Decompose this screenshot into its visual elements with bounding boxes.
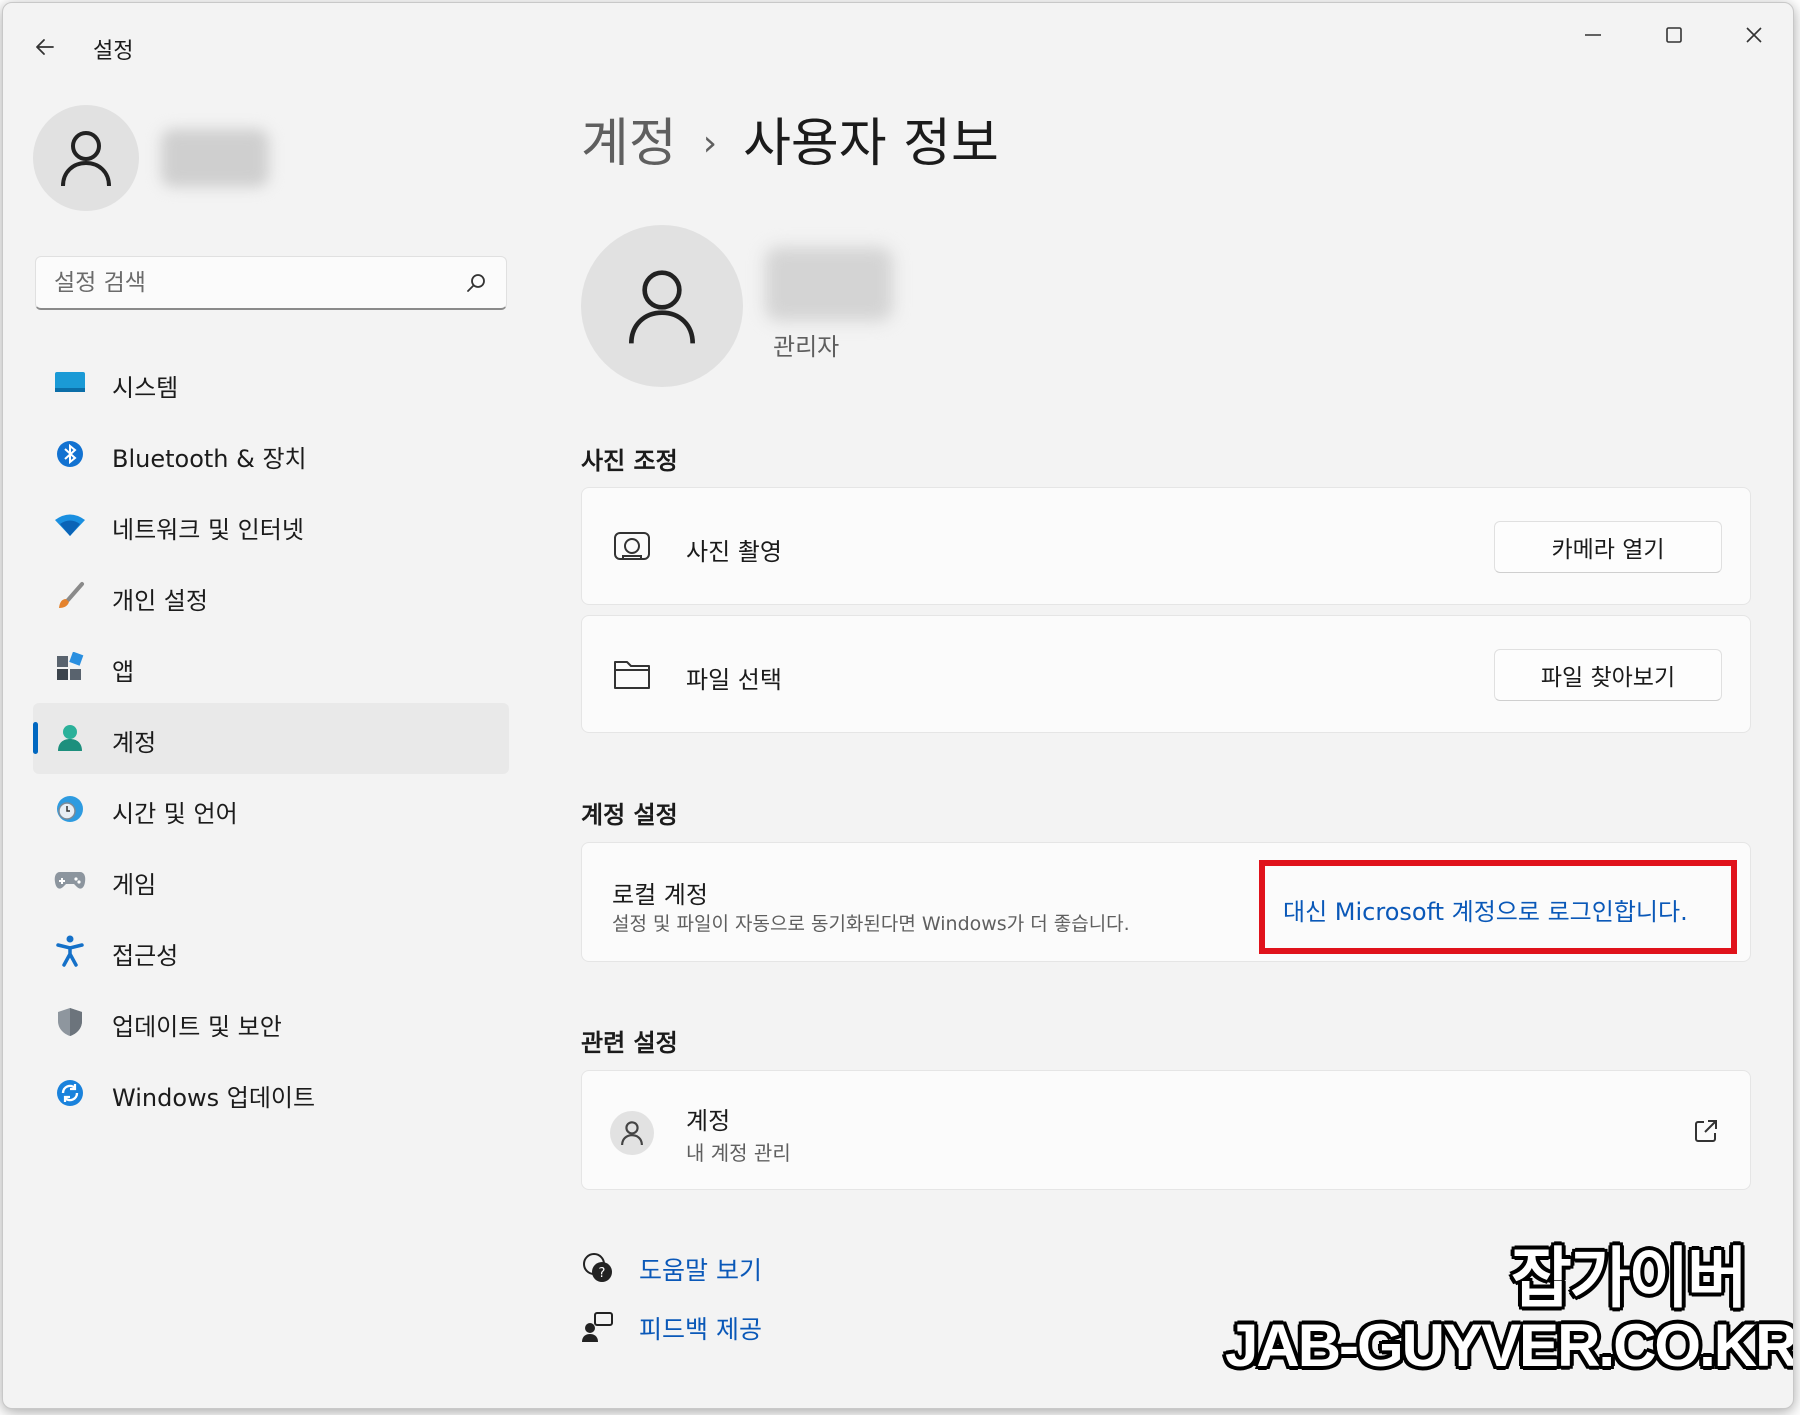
title-bar: 설정 [3,3,1793,87]
wifi-icon [53,508,87,542]
manage-account-card[interactable]: 계정 내 계정 관리 [581,1070,1751,1190]
sidebar-item-label: 네트워크 및 인터넷 [112,516,304,544]
person-icon [61,131,111,187]
take-photo-label: 사진 촬영 [686,538,782,566]
watermark-korean: 잡가이버 [1510,1239,1750,1319]
sidebar-item-label: Bluetooth & 장치 [112,445,307,473]
account-icon [53,721,87,755]
sidebar-item-time-language[interactable]: 시간 및 언어 [33,774,509,845]
user-role: 관리자 [773,333,840,361]
close-button[interactable] [1719,15,1789,55]
sidebar-item-system[interactable]: 시스템 [33,348,509,419]
sidebar-item-label: 앱 [112,658,135,686]
back-arrow-icon [36,39,54,55]
user-avatar [581,225,743,387]
app-title: 설정 [93,39,134,64]
breadcrumb-parent[interactable]: 계정 [581,114,677,174]
accessibility-icon [53,934,87,968]
section-title-photo: 사진 조정 [581,447,678,475]
selection-indicator [33,722,38,754]
page-title: 사용자 정보 [743,114,999,174]
browse-files-button[interactable]: 파일 찾아보기 [1494,649,1722,701]
take-photo-card: 사진 촬영 카메라 열기 [581,487,1751,605]
breadcrumb-separator: › [702,123,718,164]
apps-icon [53,650,87,684]
sidebar-item-accounts[interactable]: 계정 [33,703,509,774]
sidebar-item-accessibility[interactable]: 접근성 [33,916,509,987]
section-title-account: 계정 설정 [581,801,678,829]
svg-text:?: ? [599,1266,606,1281]
account-avatar-icon [610,1111,654,1155]
sidebar-item-network[interactable]: 네트워크 및 인터넷 [33,490,509,561]
close-icon [1746,27,1762,43]
related-item-subtitle: 내 계정 관리 [686,1141,791,1165]
brush-icon [53,579,87,613]
feedback-icon [582,1312,613,1342]
person-icon [629,270,695,344]
highlight-box: 대신 Microsoft 계정으로 로그인합니다. [1259,860,1737,954]
sidebar-item-label: 업데이트 및 보안 [112,1013,282,1041]
microsoft-signin-link[interactable]: 대신 Microsoft 계정으로 로그인합니다. [1283,892,1688,927]
maximize-icon [1666,27,1682,43]
section-title-related: 관련 설정 [581,1029,678,1057]
settings-window: 설정 시스템 Bluetooth & 장치 네트워크 및 인터넷 [2,2,1794,1409]
camera-icon [612,526,652,566]
monitor-icon [53,366,87,400]
sidebar-item-gaming[interactable]: 게임 [33,845,509,916]
sidebar-item-label: 게임 [112,871,157,899]
feedback-link-label[interactable]: 피드백 제공 [639,1310,762,1346]
profile-avatar[interactable] [33,105,139,211]
local-account-description: 설정 및 파일이 자동으로 동기화된다면 Windows가 더 좋습니다. [612,913,1130,935]
sidebar-item-label: Windows 업데이트 [112,1084,316,1112]
back-button[interactable] [25,27,65,67]
breadcrumb: 계정 › 사용자 정보 [581,101,999,176]
sidebar-item-bluetooth[interactable]: Bluetooth & 장치 [33,419,509,490]
user-name-blurred [765,247,893,321]
clock-globe-icon [53,792,87,826]
minimize-icon [1585,34,1601,36]
search-input[interactable] [52,257,456,309]
sidebar-item-update-security[interactable]: 업데이트 및 보안 [33,987,509,1058]
sidebar-item-personalization[interactable]: 개인 설정 [33,561,509,632]
minimize-button[interactable] [1558,15,1628,55]
local-account-title: 로컬 계정 [612,881,708,909]
maximize-button[interactable] [1639,15,1709,55]
external-link-icon[interactable] [1692,1117,1720,1145]
open-camera-button[interactable]: 카메라 열기 [1494,521,1722,573]
sidebar-item-label: 계정 [112,729,157,757]
sidebar-item-label: 시스템 [112,374,179,402]
sidebar-nav: 시스템 Bluetooth & 장치 네트워크 및 인터넷 개인 설정 앱 계정… [33,348,509,1129]
watermark-url: JAB-GUYVER.CO.KR [1225,1312,1794,1379]
bluetooth-icon [53,437,87,471]
shield-icon [53,1005,87,1039]
profile-name-blurred [161,129,269,187]
search-icon[interactable] [464,271,488,295]
sidebar-item-windows-update[interactable]: Windows 업데이트 [33,1058,509,1129]
sidebar-item-label: 접근성 [112,942,179,970]
windows-update-icon [53,1076,87,1110]
related-item-title: 계정 [686,1107,731,1135]
gamepad-icon [53,863,87,897]
help-chat-icon: ? [583,1253,612,1282]
sidebar-item-apps[interactable]: 앱 [33,632,509,703]
help-link-label[interactable]: 도움말 보기 [639,1251,762,1287]
choose-file-label: 파일 선택 [686,666,782,694]
sidebar-item-label: 개인 설정 [112,587,208,615]
search-box[interactable] [35,256,507,310]
folder-icon [612,654,652,694]
choose-file-card: 파일 선택 파일 찾아보기 [581,615,1751,733]
sidebar-item-label: 시간 및 언어 [112,800,238,828]
